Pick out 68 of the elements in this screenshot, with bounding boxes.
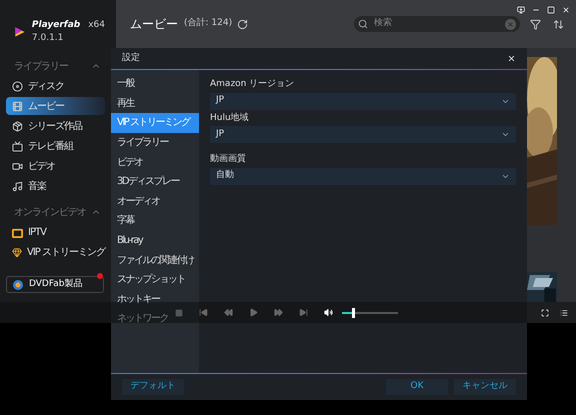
sort-icon[interactable] bbox=[553, 18, 564, 30]
refresh-icon[interactable] bbox=[237, 18, 248, 30]
tv-icon bbox=[12, 140, 23, 152]
field-label: Amazon リージョン bbox=[210, 78, 296, 91]
sidebar-item[interactable]: ディスク bbox=[6, 77, 105, 95]
music-note-icon bbox=[12, 180, 23, 192]
previous-icon[interactable] bbox=[199, 308, 208, 317]
app-version: 7.0.1.1 bbox=[32, 32, 64, 45]
dialog-title: 設定 bbox=[122, 52, 140, 65]
settings-tab[interactable]: 字幕 bbox=[111, 211, 199, 231]
page-title: ムービー bbox=[130, 16, 178, 33]
sidebar-item[interactable]: IPTV bbox=[6, 223, 105, 241]
gem-icon bbox=[12, 246, 22, 258]
search-field[interactable]: 検索 bbox=[374, 17, 499, 31]
cancel-button[interactable]: キャンセル bbox=[454, 379, 516, 395]
sidebar-item[interactable]: テレビ番組 bbox=[6, 137, 105, 155]
item-count: (合計: 124) bbox=[184, 17, 232, 30]
close-icon[interactable] bbox=[562, 6, 570, 14]
sidebar-item[interactable]: 音楽 bbox=[6, 177, 105, 195]
field-label: Hulu地域 bbox=[210, 112, 250, 124]
settings-tab[interactable]: Blu-ray bbox=[111, 230, 199, 250]
dropdown[interactable]: JP bbox=[210, 126, 516, 143]
search-icon bbox=[358, 19, 368, 29]
download-icon[interactable] bbox=[517, 6, 525, 14]
field-label: 動画画質 bbox=[210, 153, 247, 166]
maximize-icon[interactable] bbox=[547, 6, 555, 14]
playlist-icon[interactable] bbox=[560, 308, 568, 316]
dropdown[interactable]: 自動 bbox=[210, 168, 516, 184]
next-icon[interactable] bbox=[299, 308, 308, 317]
filter-icon[interactable] bbox=[530, 18, 541, 30]
film-reel-icon bbox=[12, 100, 23, 112]
dropdown[interactable]: JP bbox=[210, 92, 516, 110]
sidebar-item[interactable]: VIP ストリーミング bbox=[6, 243, 105, 261]
fast-forward-icon[interactable] bbox=[274, 308, 283, 317]
product-button[interactable]: DVDFab製品 bbox=[6, 276, 104, 293]
settings-tab[interactable]: 3Dディスプレー bbox=[111, 172, 199, 192]
settings-tab[interactable]: ネットワーク bbox=[111, 309, 199, 329]
box-icon bbox=[12, 120, 23, 132]
section-title: ライブラリー bbox=[14, 60, 68, 74]
default-button[interactable]: デフォルト bbox=[122, 379, 184, 395]
close-icon[interactable] bbox=[507, 54, 516, 63]
settings-tab[interactable]: ファイルの関連付け bbox=[111, 250, 199, 270]
disc-icon bbox=[12, 80, 23, 92]
app-name: Playerfab bbox=[32, 19, 80, 32]
play-icon[interactable] bbox=[249, 308, 258, 317]
sidebar-item[interactable]: ビデオ bbox=[6, 157, 105, 175]
settings-tab[interactable]: スナップショット bbox=[111, 270, 199, 290]
volume-thumb[interactable] bbox=[352, 308, 356, 318]
app-arch: x64 bbox=[88, 19, 105, 32]
settings-tab[interactable]: ビデオ bbox=[111, 152, 199, 172]
sidebar-item[interactable]: シリーズ作品 bbox=[6, 117, 105, 135]
volume-icon[interactable] bbox=[324, 308, 333, 317]
sidebar-item[interactable]: ムービー bbox=[6, 97, 105, 115]
search-bar[interactable]: 検索 bbox=[354, 16, 520, 32]
settings-tab[interactable]: 一般 bbox=[111, 74, 199, 94]
settings-tab[interactable]: ホットキー bbox=[111, 290, 199, 310]
video-camera-icon bbox=[12, 160, 23, 172]
section-title: オンラインビデオ bbox=[14, 206, 86, 220]
ok-button[interactable]: OK bbox=[386, 379, 448, 395]
close-icon bbox=[507, 20, 514, 28]
tv-badge-icon bbox=[12, 226, 23, 238]
chevron-down-icon bbox=[501, 130, 510, 139]
settings-tab[interactable]: 再生 bbox=[111, 94, 199, 114]
rewind-icon[interactable] bbox=[224, 308, 233, 317]
product-logo-icon bbox=[13, 280, 23, 290]
settings-tab[interactable]: オーディオ bbox=[111, 192, 199, 212]
settings-tab[interactable]: ライブラリー bbox=[111, 132, 199, 152]
fullscreen-icon[interactable] bbox=[541, 308, 549, 316]
